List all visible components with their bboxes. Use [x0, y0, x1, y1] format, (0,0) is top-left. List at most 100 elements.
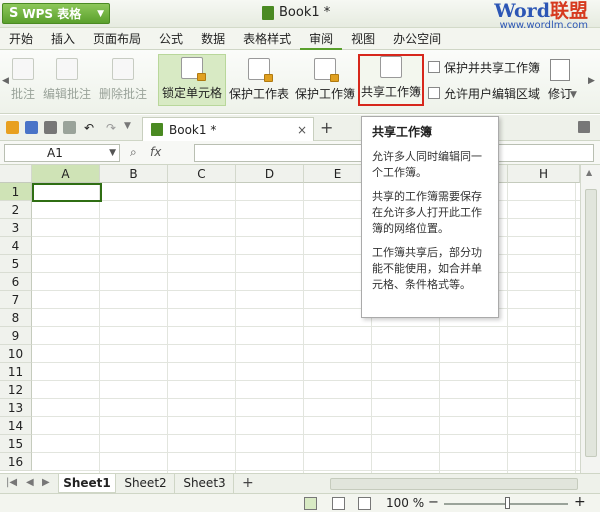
document-title-text: Book1 * [279, 5, 331, 20]
zoom-in-button[interactable]: + [574, 494, 586, 510]
row-header-15[interactable]: 15 [0, 435, 32, 453]
tooltip-paragraph: 允许多人同时编辑同一个工作簿。 [372, 150, 482, 179]
row-header-4[interactable]: 4 [0, 237, 32, 255]
protect-sheet-button[interactable]: 保护工作表 [228, 54, 290, 106]
insert-function-icon[interactable]: fx [150, 145, 161, 159]
row-header-14[interactable]: 14 [0, 417, 32, 435]
quick-access-dropdown-icon[interactable]: ▼ [124, 121, 137, 134]
menu-office-space[interactable]: 办公空间 [384, 28, 450, 50]
vertical-scrollbar[interactable]: ▲ [580, 165, 600, 473]
name-box-value: A1 [47, 146, 63, 160]
column-header-d[interactable]: D [236, 165, 304, 183]
normal-view-icon[interactable] [304, 497, 317, 510]
select-all-corner[interactable] [0, 165, 32, 183]
tooltip-paragraph: 工作簿共享后，部分功能不能使用，如合并单元格、条件格式等。 [372, 246, 482, 291]
magnifier-icon[interactable]: ⌕ [130, 145, 137, 160]
column-header-h[interactable]: H [508, 165, 580, 183]
allow-edit-ranges-button[interactable]: 允许用户编辑区域 [428, 84, 540, 102]
row-header-3[interactable]: 3 [0, 219, 32, 237]
app-menu-button[interactable]: S WPS 表格 ▼ [2, 3, 110, 24]
page-break-view-icon[interactable] [332, 497, 345, 510]
edit-annotation-button[interactable]: 编辑批注 [40, 54, 94, 106]
row-header-5[interactable]: 5 [0, 255, 32, 273]
review-ribbon: ◀ 批注 编辑批注 删除批注 锁定单元格 保护工作表 保护工作簿 共享工作簿 保… [0, 50, 600, 114]
zoom-slider-knob[interactable] [505, 497, 510, 509]
sheet-tab-sheet1[interactable]: Sheet1 [58, 474, 116, 493]
protect-share-workbook-button[interactable]: 保护并共享工作簿 [428, 58, 540, 76]
zoom-level: 100 % [386, 496, 425, 510]
revise-icon [550, 59, 570, 81]
menu-formula[interactable]: 公式 [150, 28, 192, 50]
previous-sheet-icon[interactable]: ◀ [26, 477, 34, 488]
protect-workbook-button[interactable]: 保护工作簿 [294, 54, 356, 106]
column-header-b[interactable]: B [100, 165, 168, 183]
name-box[interactable]: A1 ▼ [4, 144, 120, 162]
row-header-13[interactable]: 13 [0, 399, 32, 417]
sheet-tab-sheet2[interactable]: Sheet2 [117, 474, 175, 493]
lock-cell-button[interactable]: 锁定单元格 [158, 54, 226, 106]
close-tab-icon[interactable]: × [297, 123, 307, 137]
tab-book1[interactable]: Book1 * × [142, 117, 314, 141]
menu-home[interactable]: 开始 [0, 28, 42, 50]
row-header-11[interactable]: 11 [0, 363, 32, 381]
allow-edit-ranges-icon [428, 87, 440, 99]
formula-bar: A1 ▼ ⌕ fx [0, 141, 600, 165]
delete-annotation-button[interactable]: 删除批注 [96, 54, 150, 106]
row-header-8[interactable]: 8 [0, 309, 32, 327]
save-icon[interactable] [25, 121, 38, 134]
fullscreen-view-icon[interactable] [358, 497, 371, 510]
name-box-dropdown-icon[interactable]: ▼ [109, 145, 116, 161]
scroll-up-icon[interactable]: ▲ [586, 168, 592, 177]
sheet-tab-bar: |◀ ◀ ▶ Sheet1 Sheet2 Sheet3 + [0, 473, 600, 493]
row-header-16[interactable]: 16 [0, 453, 32, 471]
share-workbook-button[interactable]: 共享工作簿 [358, 54, 424, 106]
vertical-scroll-thumb[interactable] [585, 189, 597, 457]
menu-insert[interactable]: 插入 [42, 28, 84, 50]
open-icon[interactable] [6, 121, 19, 134]
row-header-9[interactable]: 9 [0, 327, 32, 345]
spreadsheet-icon [151, 123, 163, 136]
next-sheet-icon[interactable]: ▶ [42, 477, 50, 488]
menu-review[interactable]: 审阅 [300, 28, 343, 50]
row-header-7[interactable]: 7 [0, 291, 32, 309]
ribbon-scroll-right-icon[interactable]: ▶ [588, 76, 595, 86]
protect-workbook-icon [314, 58, 339, 82]
window-options-icon[interactable] [578, 121, 590, 133]
tooltip-title: 共享工作簿 [372, 125, 433, 139]
revise-dropdown-icon[interactable]: ▼ [570, 90, 577, 100]
add-sheet-button[interactable]: + [242, 475, 254, 491]
print-icon[interactable] [44, 121, 57, 134]
column-header-c[interactable]: C [168, 165, 236, 183]
watermark-brand: Word联盟 [494, 0, 588, 22]
sheet-tab-sheet3[interactable]: Sheet3 [176, 474, 234, 493]
row-header-12[interactable]: 12 [0, 381, 32, 399]
delete-annotation-icon [112, 58, 134, 80]
menu-data[interactable]: 数据 [192, 28, 234, 50]
share-workbook-icon [380, 56, 402, 78]
first-sheet-icon[interactable]: |◀ [6, 477, 17, 488]
undo-icon[interactable]: ↶ [84, 121, 97, 135]
column-header-a[interactable]: A [32, 165, 100, 183]
menu-table-style[interactable]: 表格样式 [234, 28, 300, 50]
ribbon-scroll-left-icon[interactable]: ◀ [2, 76, 9, 86]
menu-view[interactable]: 视图 [342, 28, 384, 50]
watermark-logo: Word联盟 www.wordlm.com [494, 0, 588, 32]
row-header-1[interactable]: 1 [0, 183, 32, 201]
status-bar: 100 % − + [0, 493, 600, 512]
menu-page-layout[interactable]: 页面布局 [84, 28, 150, 50]
tooltip-paragraph: 共享的工作簿需要保存在允许多人打开此工作簿的网络位置。 [372, 190, 482, 235]
edit-annotation-icon [56, 58, 78, 80]
zoom-out-button[interactable]: − [428, 495, 439, 510]
tab-book1-label: Book1 * [169, 122, 217, 137]
row-header-6[interactable]: 6 [0, 273, 32, 291]
horizontal-scrollbar[interactable] [330, 478, 578, 490]
spreadsheet-grid: A B C D E F G H 1 2 3 4 5 6 7 8 9 10 11 … [0, 165, 600, 473]
row-header-10[interactable]: 10 [0, 345, 32, 363]
redo-icon[interactable]: ↷ [106, 121, 119, 135]
new-tab-button[interactable]: + [320, 118, 333, 137]
active-cell-a1[interactable] [32, 183, 102, 202]
print-preview-icon[interactable] [63, 121, 76, 134]
row-header-2[interactable]: 2 [0, 201, 32, 219]
annotate-button[interactable]: 批注 [10, 54, 36, 106]
lock-cell-icon [181, 57, 206, 81]
